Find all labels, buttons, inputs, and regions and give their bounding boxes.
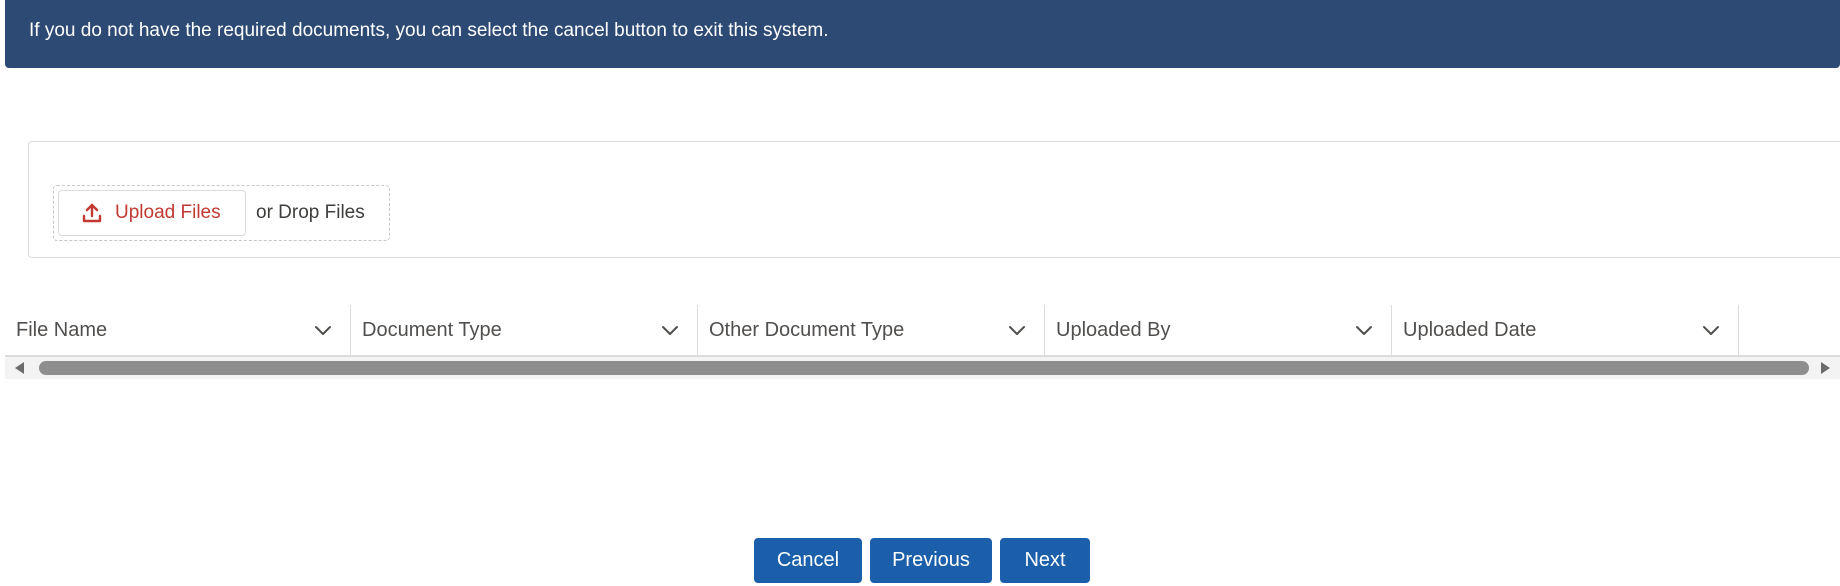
horizontal-scrollbar[interactable]: [5, 357, 1840, 379]
chevron-down-icon[interactable]: [1006, 319, 1028, 341]
column-header-other-document-type[interactable]: Other Document Type: [698, 305, 1045, 355]
upload-files-button[interactable]: Upload Files: [58, 190, 246, 236]
next-button[interactable]: Next: [1000, 538, 1090, 583]
column-header-uploaded-by[interactable]: Uploaded By: [1045, 305, 1392, 355]
navigation-buttons: Cancel Previous Next: [754, 538, 1090, 583]
previous-button[interactable]: Previous: [870, 538, 992, 583]
chevron-down-icon[interactable]: [659, 319, 681, 341]
column-label: Other Document Type: [709, 318, 905, 341]
chevron-down-icon[interactable]: [1700, 319, 1722, 341]
drop-files-text: or Drop Files: [256, 202, 365, 223]
file-dropzone[interactable]: Upload Files or Drop Files: [53, 185, 390, 241]
files-table-header: File Name Document Type Other Document T…: [5, 305, 1840, 357]
column-header-file-name[interactable]: File Name: [5, 305, 351, 355]
cancel-button[interactable]: Cancel: [754, 538, 862, 583]
column-label: Uploaded By: [1056, 318, 1171, 341]
chevron-down-icon[interactable]: [1353, 319, 1375, 341]
document-upload-page: If you do not have the required document…: [0, 0, 1840, 586]
scroll-right-arrow-icon[interactable]: [1821, 362, 1830, 374]
upload-files-label: Upload Files: [115, 202, 221, 223]
column-label: Document Type: [362, 318, 502, 341]
column-header-uploaded-date[interactable]: Uploaded Date: [1392, 305, 1739, 355]
column-header-document-type[interactable]: Document Type: [351, 305, 698, 355]
info-banner: If you do not have the required document…: [5, 0, 1840, 68]
chevron-down-icon[interactable]: [312, 319, 334, 341]
column-label: File Name: [16, 318, 108, 341]
file-upload-card: Upload Files or Drop Files: [28, 141, 1840, 258]
scrollbar-thumb[interactable]: [39, 361, 1809, 375]
banner-message: If you do not have the required document…: [29, 20, 829, 41]
upload-icon: [81, 202, 103, 224]
column-label: Uploaded Date: [1403, 318, 1537, 341]
scroll-left-arrow-icon[interactable]: [15, 362, 24, 374]
